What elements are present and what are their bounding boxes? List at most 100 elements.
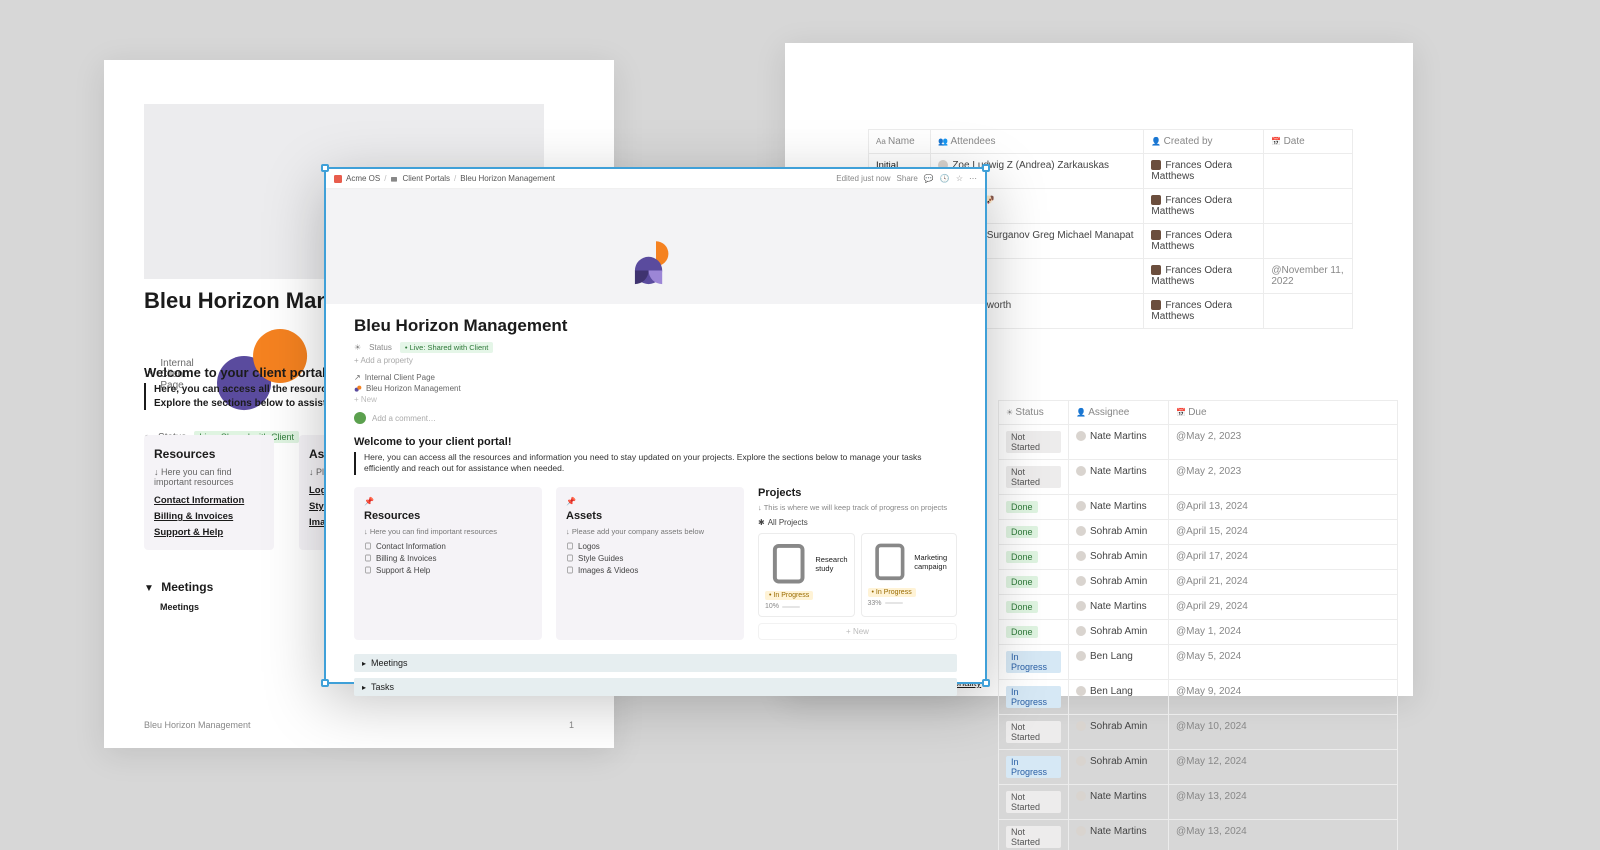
resource-item[interactable]: Billing & Invoices (364, 554, 532, 563)
resource-item[interactable]: Support & Help (364, 566, 532, 575)
gear-icon: ✱ (758, 518, 765, 527)
subpage-item[interactable]: Bleu Horizon Management (354, 384, 957, 393)
comment-placeholder[interactable]: Add a comment… (372, 414, 436, 423)
document-icon (364, 542, 372, 550)
table-row[interactable]: Not StartedNate Martins@May 13, 2024 (999, 785, 1398, 820)
asset-item[interactable]: Images & Videos (566, 566, 734, 575)
page-logo-icon (625, 232, 687, 294)
project-card[interactable]: Research study • In Progress 10% (758, 533, 855, 617)
progress-bar (885, 602, 903, 604)
table-row[interactable]: In ProgressBen Lang@May 5, 2024 (999, 645, 1398, 680)
column-header-attendees[interactable]: 👥 Attendees (931, 130, 1144, 154)
meetings-toggle[interactable]: ▸Meetings (354, 654, 957, 672)
status-badge: • Live: Shared with Client (400, 342, 494, 353)
status-tag: • In Progress (868, 588, 916, 597)
status-tag: • In Progress (765, 591, 813, 600)
comment-row[interactable]: Add a comment… (354, 412, 957, 424)
resize-handle[interactable] (321, 679, 329, 687)
document-icon (765, 540, 812, 587)
resource-link[interactable]: Contact Information (154, 495, 264, 506)
clock-icon[interactable]: 🕓 (940, 174, 950, 183)
page-title[interactable]: Bleu Horizon Management (354, 316, 957, 336)
assets-heading: Assets (566, 510, 734, 522)
link-icon: ↗ (354, 373, 361, 382)
subpage-list: ↗Internal Client Page Bleu Horizon Manag… (354, 373, 957, 404)
resource-link[interactable]: Support & Help (154, 527, 264, 538)
progress-bar (782, 606, 800, 608)
projects-heading: Projects (758, 487, 957, 499)
add-property-button[interactable]: + Add a property (354, 356, 957, 365)
breadcrumb-item[interactable]: Acme OS (346, 174, 380, 183)
pin-icon: 📌 (566, 497, 734, 506)
breadcrumb-item[interactable]: Client Portals (402, 174, 450, 183)
table-row[interactable]: DoneNate Martins@April 13, 2024 (999, 495, 1398, 520)
breadcrumb-item[interactable]: Bleu Horizon Management (460, 174, 555, 183)
avatar (354, 412, 366, 424)
tasks-toggle[interactable]: ▸Tasks (354, 678, 957, 696)
table-row[interactable]: Not StartedSohrab Amin@May 10, 2024 (999, 715, 1398, 750)
chevron-right-icon: ▸ (362, 683, 366, 692)
document-icon (566, 554, 574, 562)
document-icon (364, 566, 372, 574)
notion-window: Acme OS / Client Portals / Bleu Horizon … (324, 167, 987, 684)
column-header-createdby[interactable]: 👤 Created by (1144, 130, 1264, 154)
resize-handle[interactable] (982, 164, 990, 172)
assets-card: 📌 Assets ↓ Please add your company asset… (556, 487, 744, 640)
star-icon[interactable]: ☆ (956, 174, 963, 183)
meetings-subitem[interactable]: Meetings (160, 602, 199, 612)
resize-handle[interactable] (982, 679, 990, 687)
folder-icon (390, 175, 398, 183)
table-row[interactable]: Not StartedNate Martins@May 13, 2024 (999, 820, 1398, 850)
resources-desc: ↓ Here you can find important resources (154, 467, 264, 487)
table-row[interactable]: In ProgressBen Lang@May 9, 2024 (999, 680, 1398, 715)
resource-link[interactable]: Billing & Invoices (154, 511, 264, 522)
table-row[interactable]: Not StartedNate Martins@May 2, 2023 (999, 425, 1398, 460)
table-row[interactable]: DoneSohrab Amin@April 17, 2024 (999, 545, 1398, 570)
edited-label: Edited just now (836, 174, 890, 183)
subpage-item[interactable]: ↗Internal Client Page (354, 373, 957, 382)
all-projects-tab[interactable]: ✱All Projects (758, 518, 957, 527)
asset-item[interactable]: Style Guides (566, 554, 734, 563)
column-header-assignee[interactable]: 👤 Assignee (1069, 401, 1169, 425)
assets-desc: ↓ Please add your company assets below (566, 527, 734, 536)
comment-icon[interactable]: 💬 (924, 174, 934, 183)
table-row[interactable]: DoneSohrab Amin@April 21, 2024 (999, 570, 1398, 595)
table-row[interactable]: Not StartedNate Martins@May 2, 2023 (999, 460, 1398, 495)
table-row[interactable]: In ProgressSohrab Amin@May 12, 2024 (999, 750, 1398, 785)
meetings-heading: Meetings (161, 580, 213, 594)
property-status-row[interactable]: ☀ Status • Live: Shared with Client (354, 342, 957, 353)
more-icon[interactable]: ⋯ (969, 174, 977, 183)
chevron-right-icon: ▸ (362, 659, 366, 668)
document-icon (868, 540, 912, 584)
window-topbar: Acme OS / Client Portals / Bleu Horizon … (326, 169, 985, 189)
pin-icon: 📌 (364, 497, 532, 506)
column-header-status[interactable]: ☀ Status (999, 401, 1069, 425)
projects-desc: ↓ This is where we will keep track of pr… (758, 503, 957, 512)
resources-desc: ↓ Here you can find important resources (364, 527, 532, 536)
column-header-date[interactable]: 📅 Date (1264, 130, 1353, 154)
resource-item[interactable]: Contact Information (364, 542, 532, 551)
resources-heading: Resources (364, 510, 532, 522)
projects-column: Projects ↓ This is where we will keep tr… (758, 487, 957, 640)
status-label: Status (369, 343, 392, 352)
table-row[interactable]: DoneSohrab Amin@April 15, 2024 (999, 520, 1398, 545)
resources-panel: Resources ↓ Here you can find important … (144, 435, 274, 550)
share-button[interactable]: Share (897, 174, 918, 183)
table-row[interactable]: DoneSohrab Amin@May 1, 2024 (999, 620, 1398, 645)
breadcrumb[interactable]: Acme OS / Client Portals / Bleu Horizon … (334, 174, 555, 183)
footer-page-number: 1 (569, 720, 574, 730)
meetings-toggle[interactable]: ▼ Meetings (144, 580, 213, 594)
column-header-due[interactable]: 📅 Due (1169, 401, 1398, 425)
new-project-button[interactable]: + New (758, 623, 957, 640)
resources-heading: Resources (154, 447, 264, 461)
table-row[interactable]: DoneNate Martins@April 29, 2024 (999, 595, 1398, 620)
welcome-heading-left: Welcome to your client portal! (144, 365, 330, 380)
chevron-down-icon: ▼ (144, 583, 154, 594)
column-header-name[interactable]: Aa Name (869, 130, 931, 154)
resize-handle[interactable] (321, 164, 329, 172)
new-subpage-button[interactable]: + New (354, 395, 957, 404)
status-icon: ☀ (354, 343, 361, 352)
project-card[interactable]: Marketing campaign • In Progress 33% (861, 533, 958, 617)
asset-item[interactable]: Logos (566, 542, 734, 551)
footer-title: Bleu Horizon Management (144, 720, 251, 730)
